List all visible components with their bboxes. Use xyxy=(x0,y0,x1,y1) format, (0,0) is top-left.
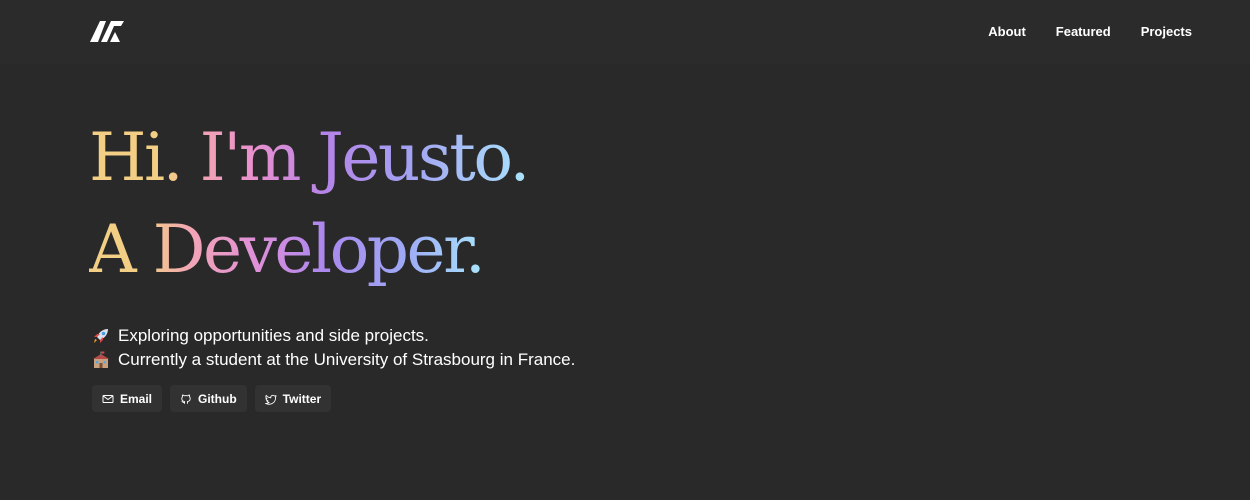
email-button[interactable]: Email xyxy=(92,385,163,412)
bio-line-student: Currently a student at the University of… xyxy=(92,348,575,372)
top-navbar: About Featured Projects xyxy=(0,0,1250,64)
rocket-icon xyxy=(94,329,108,343)
github-button-label: Github xyxy=(198,391,237,406)
mail-icon xyxy=(102,394,114,403)
social-buttons: Email Github Twitter xyxy=(92,385,332,412)
github-icon xyxy=(181,394,191,404)
hero-headline: Hi. I'm Jeusto. A Developer. xyxy=(89,112,530,296)
school-icon xyxy=(93,351,109,368)
hero-greeting: Hi. I'm Jeusto. xyxy=(89,112,530,204)
bio-section: Exploring opportunities and side project… xyxy=(92,324,575,372)
twitter-button-label: Twitter xyxy=(282,391,322,406)
nav-link-projects[interactable]: Projects xyxy=(1141,23,1192,41)
nav-link-featured[interactable]: Featured xyxy=(1056,23,1111,41)
bio-text-student: Currently a student at the University of… xyxy=(118,350,576,369)
twitter-icon xyxy=(264,394,277,405)
bio-line-opportunities: Exploring opportunities and side project… xyxy=(92,324,575,348)
brand-logo-icon[interactable] xyxy=(90,21,124,42)
main-nav: About Featured Projects xyxy=(988,23,1192,41)
nav-link-about[interactable]: About xyxy=(988,23,1026,41)
hero-role: A Developer. xyxy=(89,204,486,296)
bio-text-opportunities: Exploring opportunities and side project… xyxy=(118,326,429,345)
twitter-button[interactable]: Twitter xyxy=(254,385,332,412)
github-button[interactable]: Github xyxy=(170,385,247,412)
email-button-label: Email xyxy=(120,391,153,406)
